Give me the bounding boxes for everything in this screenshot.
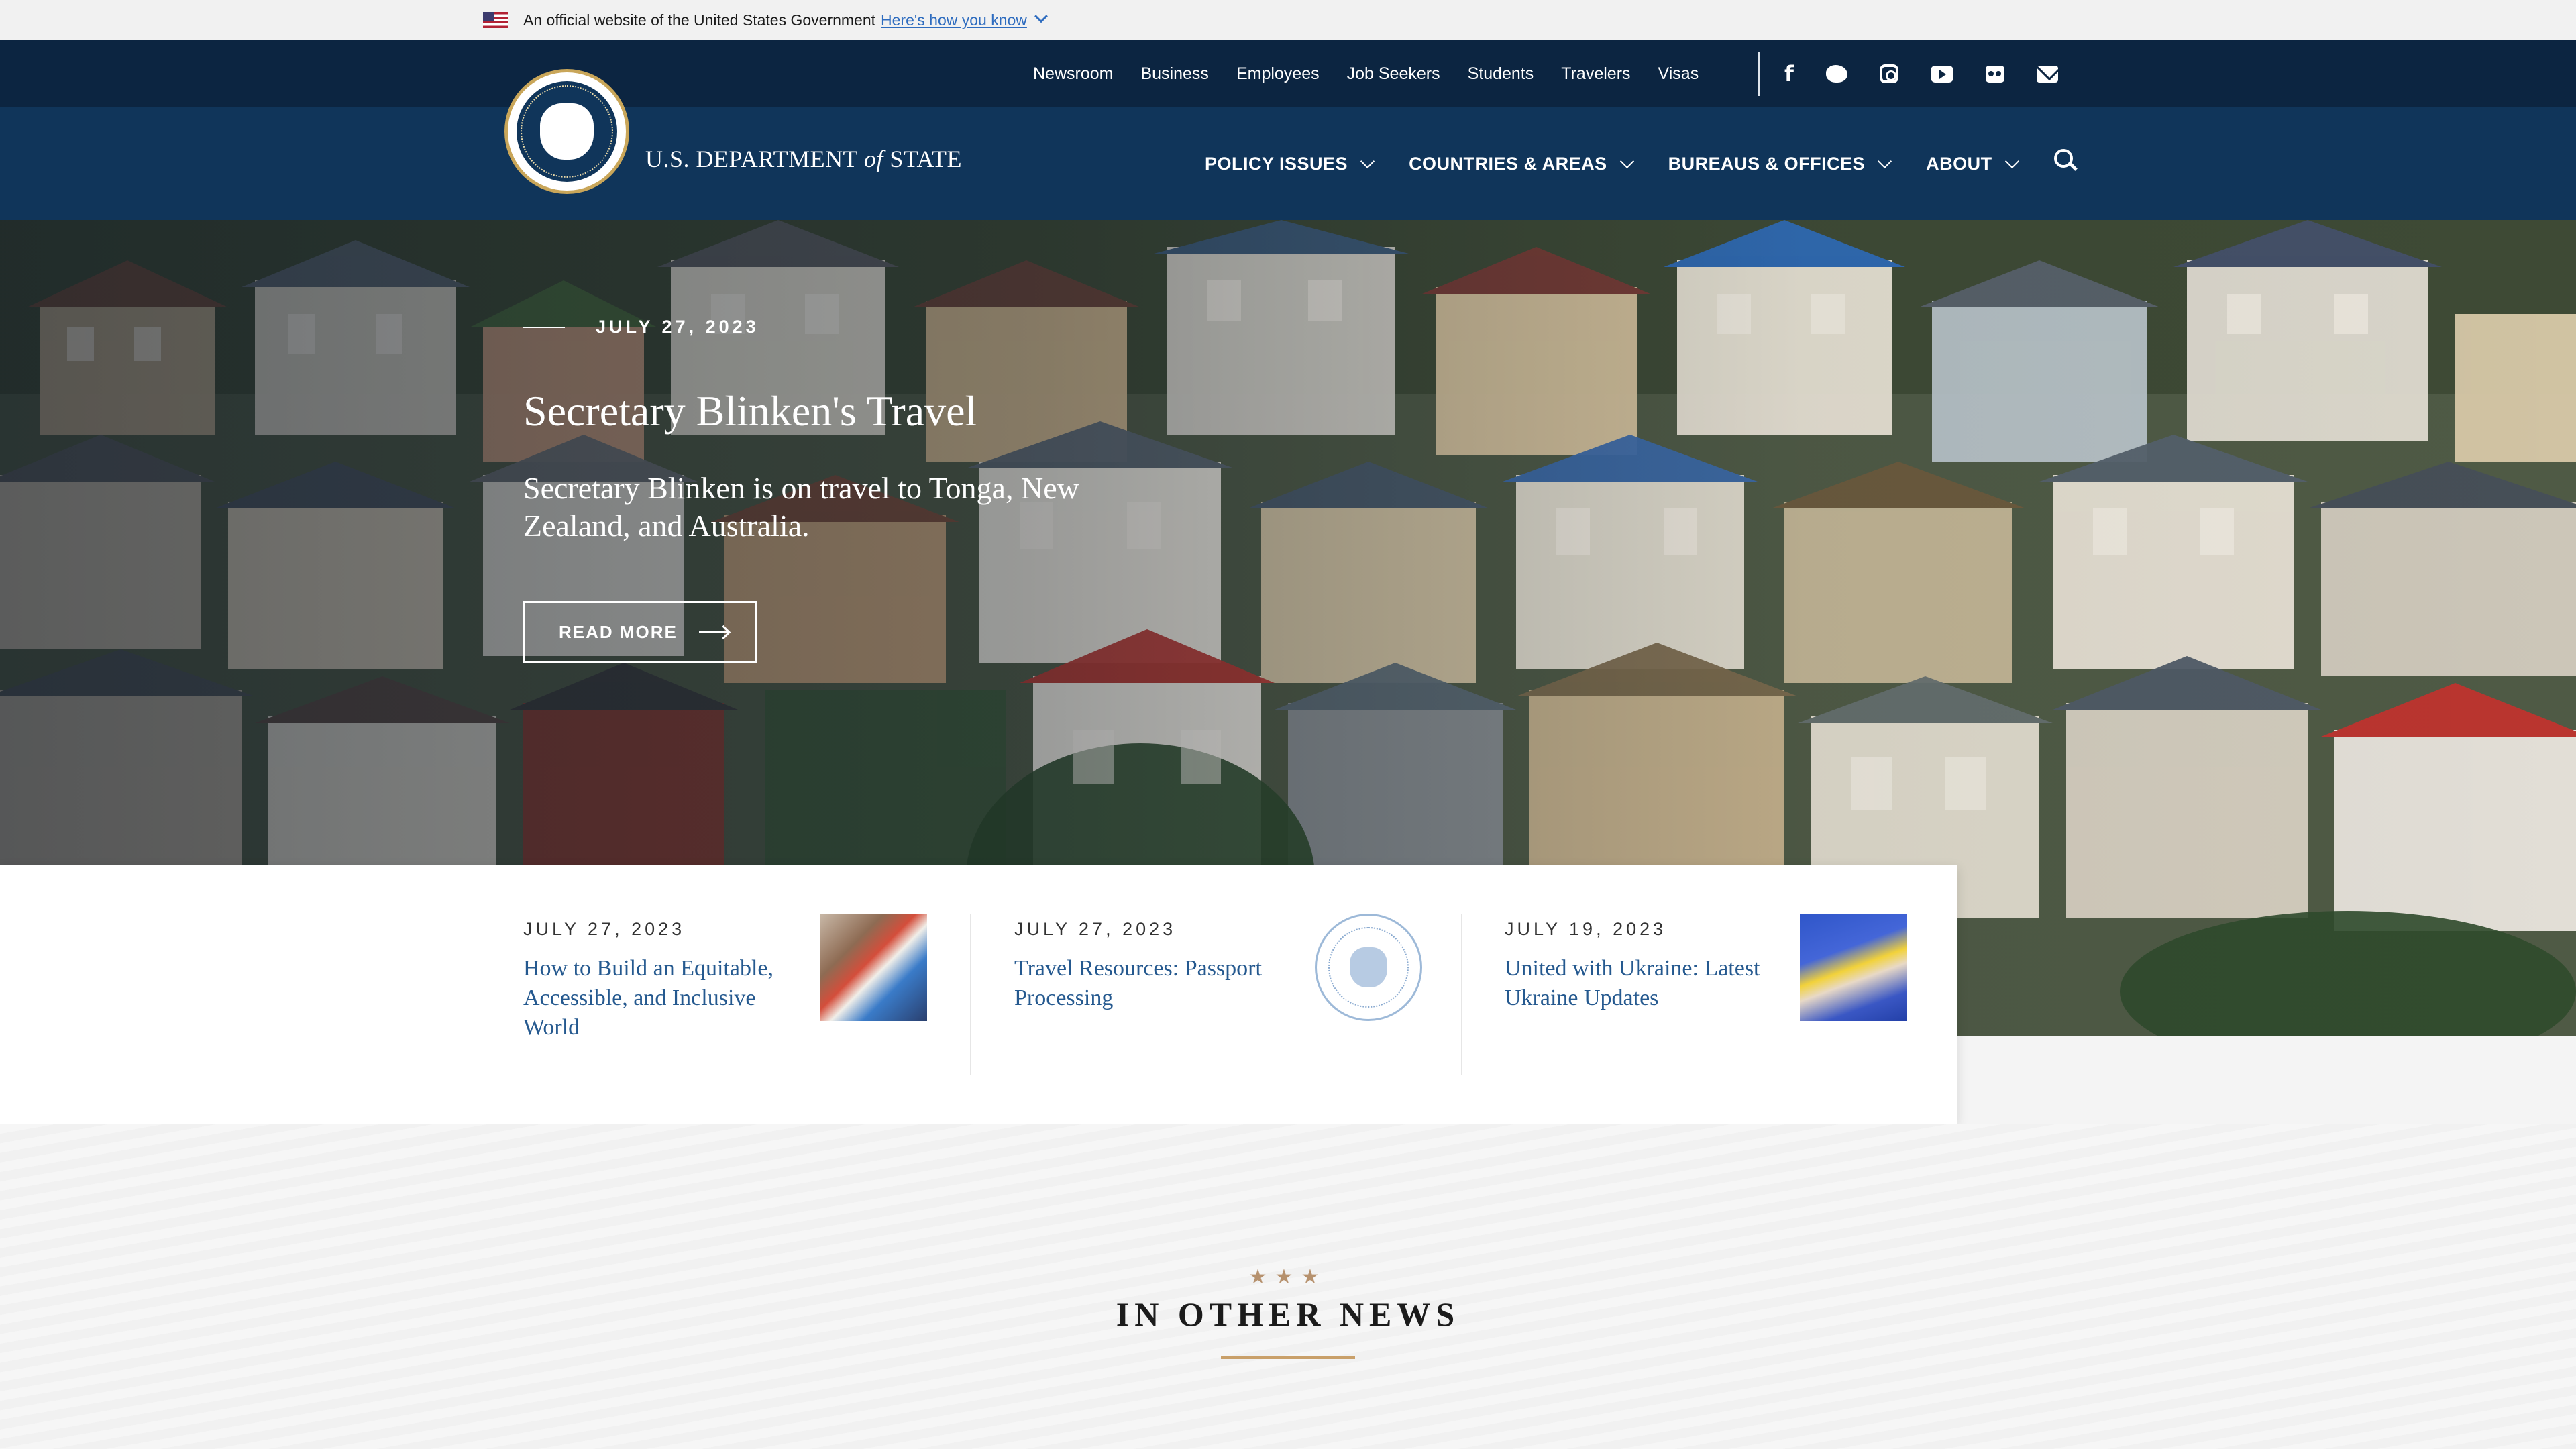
card-title[interactable]: Travel Resources: Passport Processing [1014,954,1283,1013]
twitter-icon[interactable] [1825,65,1847,83]
utility-divider [1758,52,1760,96]
gov-banner: An official website of the United States… [0,0,2576,40]
youtube-icon[interactable] [1930,65,1953,83]
hero-date: JULY 27, 2023 [596,317,759,337]
feature-card[interactable]: JULY 19, 2023 United with Ukraine: Lates… [1505,914,1907,1075]
chevron-down-icon [2004,154,2019,168]
heres-how-you-know-link[interactable]: Here's how you know [881,11,1027,30]
state-seal-thumbnail[interactable] [1315,914,1422,1021]
utility-link-newsroom[interactable]: Newsroom [1033,64,1113,84]
social-links: f [1784,40,2058,107]
hero-date-rule [523,326,565,328]
card-divider [1461,914,1462,1075]
card-divider [970,914,971,1075]
card-title[interactable]: How to Build an Equitable, Accessible, a… [523,954,792,1042]
seal-emblem [517,81,617,182]
instagram-icon[interactable] [1879,64,1898,83]
utility-nav: Newsroom Business Employees Job Seekers … [1033,40,1726,107]
card-date: JULY 19, 2023 [1505,919,1667,939]
read-more-button[interactable]: READ MORE [523,601,757,663]
other-news-heading: IN OTHER NEWS [1116,1295,1460,1333]
nav-label: ABOUT [1926,153,1992,174]
card-thumbnail-image[interactable] [820,914,927,1021]
seal-ring [1328,927,1409,1008]
facebook-icon[interactable]: f [1784,61,1794,87]
utility-link-job-seekers[interactable]: Job Seekers [1347,64,1440,84]
stars-ornament: ★★★ [1248,1265,1328,1289]
search-icon[interactable] [2054,149,2073,168]
site-title-of: of [863,146,883,172]
utility-link-students[interactable]: Students [1468,64,1534,84]
arrow-right-icon [698,631,729,633]
read-more-label: READ MORE [559,621,678,642]
nav-about[interactable]: ABOUT [1926,153,2019,174]
card-date: JULY 27, 2023 [523,919,686,939]
us-flag-icon [483,12,508,28]
utility-bar: Newsroom Business Employees Job Seekers … [0,40,2576,107]
heading-underline [1221,1356,1355,1359]
nav-label: BUREAUS & OFFICES [1668,153,1866,174]
eagle-icon [540,103,594,160]
chevron-down-icon[interactable] [1034,9,1048,23]
card-title[interactable]: United with Ukraine: Latest Ukraine Upda… [1505,954,1773,1013]
chevron-down-icon [1360,154,1375,168]
nav-policy-issues[interactable]: POLICY ISSUES [1205,153,1375,174]
site-title-suffix: STATE [890,146,963,172]
nav-countries-areas[interactable]: COUNTRIES & AREAS [1409,153,1634,174]
utility-link-visas[interactable]: Visas [1658,64,1699,84]
card-date: JULY 27, 2023 [1014,919,1177,939]
gov-banner-text: An official website of the United States… [523,11,876,29]
card-thumbnail-image[interactable] [1800,914,1907,1021]
eagle-icon [1350,947,1387,987]
nav-label: POLICY ISSUES [1205,153,1348,174]
department-seal-logo[interactable] [504,69,629,194]
nav-bureaus-offices[interactable]: BUREAUS & OFFICES [1668,153,1892,174]
utility-link-travelers[interactable]: Travelers [1561,64,1630,84]
chevron-down-icon [1619,154,1634,168]
hero-title[interactable]: Secretary Blinken's Travel [523,386,1462,436]
email-icon[interactable] [2036,65,2058,83]
utility-link-employees[interactable]: Employees [1236,64,1320,84]
nav-label: COUNTRIES & AREAS [1409,153,1607,174]
feature-card[interactable]: JULY 27, 2023 Travel Resources: Passport… [1014,914,1422,1075]
site-title[interactable]: U.S. DEPARTMENT of STATE [645,145,962,173]
hero-date-row: JULY 27, 2023 [523,317,759,337]
feature-card[interactable]: JULY 27, 2023 How to Build an Equitable,… [523,914,927,1075]
hero-description: Secretary Blinken is on travel to Tonga,… [523,471,1079,543]
site-title-prefix: U.S. DEPARTMENT [645,146,858,172]
featured-cards: JULY 27, 2023 How to Build an Equitable,… [0,865,1957,1124]
primary-nav: POLICY ISSUES COUNTRIES & AREAS BUREAUS … [1205,107,2053,220]
flickr-icon[interactable] [1985,65,2004,83]
chevron-down-icon [1878,154,1892,168]
utility-link-business[interactable]: Business [1140,64,1208,84]
